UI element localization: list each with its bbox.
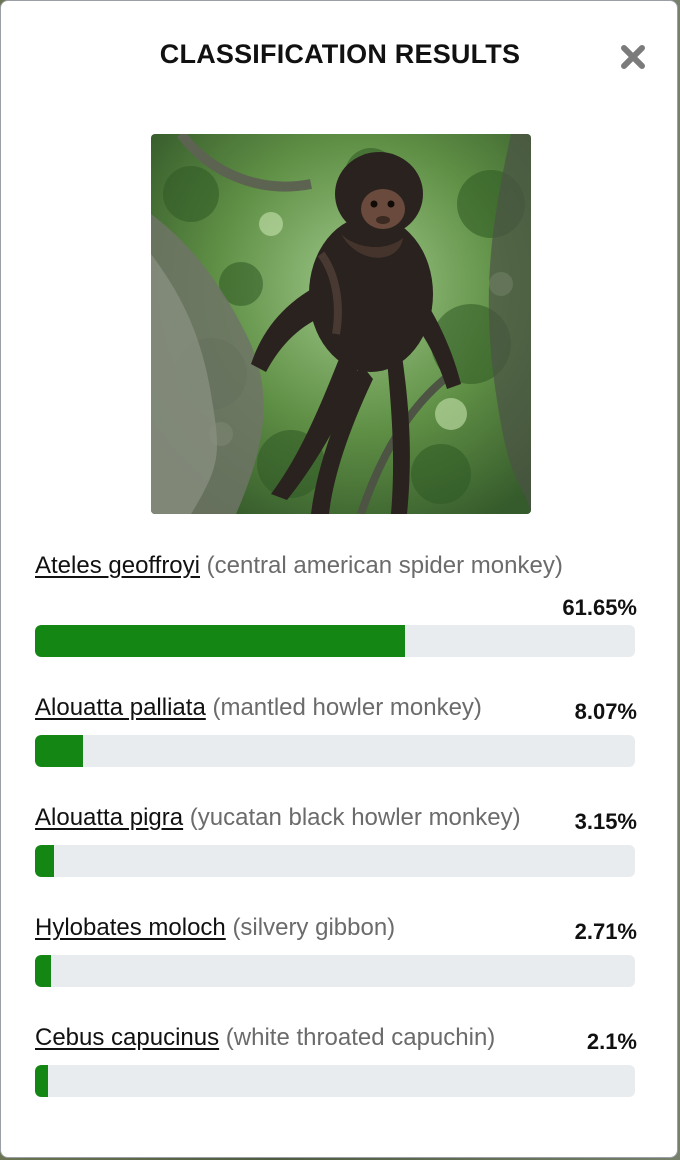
result-item: Cebus capucinus (white throated capuchin… <box>35 1024 637 1104</box>
species-link[interactable]: Hylobates moloch <box>35 914 226 941</box>
result-item: Alouatta palliata (mantled howler monkey… <box>35 694 637 774</box>
confidence-bar <box>35 845 635 877</box>
species-link[interactable]: Ateles geoffroyi <box>35 552 200 579</box>
confidence-bar <box>35 625 635 657</box>
confidence-bar <box>35 1065 635 1097</box>
confidence-bar <box>35 735 635 767</box>
result-label: Hylobates moloch (silvery gibbon) <box>35 914 395 942</box>
confidence-bar <box>35 955 635 987</box>
confidence-percent: 61.65% <box>562 595 637 620</box>
close-icon[interactable] <box>617 41 649 73</box>
species-link[interactable]: Cebus capucinus <box>35 1024 219 1051</box>
confidence-percent: 2.1% <box>586 1029 637 1054</box>
common-name: (central american spider monkey) <box>206 552 563 579</box>
confidence-percent: 2.71% <box>574 919 637 944</box>
confidence-bar-fill <box>35 845 54 877</box>
confidence-bar-fill <box>35 1065 48 1097</box>
result-label: Cebus capucinus (white throated capuchin… <box>35 1024 495 1052</box>
confidence-percent: 3.15% <box>574 809 637 834</box>
modal-title: CLASSIFICATION RESULTS <box>159 39 521 69</box>
confidence-bar-fill <box>35 735 84 767</box>
species-link[interactable]: Alouatta pigra <box>35 804 183 831</box>
common-name: (silvery gibbon) <box>232 914 396 941</box>
result-label: Ateles geoffroyi (central american spide… <box>35 552 563 580</box>
result-label: Alouatta pigra (yucatan black howler mon… <box>35 804 521 832</box>
common-name: (mantled howler monkey) <box>212 694 482 721</box>
confidence-bar-fill <box>35 625 405 657</box>
common-name: (white throated capuchin) <box>225 1024 496 1051</box>
confidence-bar-fill <box>35 955 52 987</box>
result-item: Alouatta pigra (yucatan black howler mon… <box>35 804 637 884</box>
result-label: Alouatta palliata (mantled howler monkey… <box>35 694 482 722</box>
result-item: Hylobates moloch (silvery gibbon) 2.71% <box>35 914 637 994</box>
classification-modal: CLASSIFICATION RESULTS Ateles geoffroyi … <box>0 0 678 1158</box>
common-name: (yucatan black howler monkey) <box>189 804 521 831</box>
monkey-photo <box>151 134 531 514</box>
result-item: Ateles geoffroyi (central american spide… <box>35 552 637 662</box>
confidence-percent: 8.07% <box>574 699 637 724</box>
species-link[interactable]: Alouatta palliata <box>35 694 206 721</box>
